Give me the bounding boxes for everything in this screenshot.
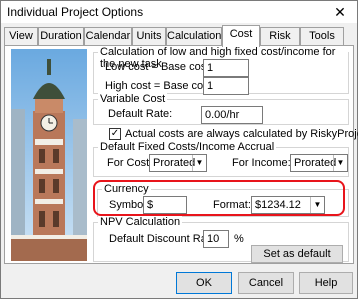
tab-calendar[interactable]: Calendar	[84, 27, 132, 46]
for-costs-value: Prorated	[153, 157, 196, 169]
percent-unit: %	[234, 233, 244, 245]
currency-symbol-input[interactable]: $	[143, 196, 187, 214]
currency-format-value: $1234.12	[255, 199, 301, 211]
accrual-title: Default Fixed Costs/Income Accrual	[98, 141, 277, 153]
cancel-button[interactable]: Cancel	[238, 272, 294, 294]
clock-tower-image	[11, 49, 87, 261]
set-as-default-button[interactable]: Set as default	[251, 245, 343, 263]
tab-risk[interactable]: Risk	[260, 27, 300, 46]
options-dialog: Individual Project Options ✕ View Durati…	[0, 0, 358, 299]
ok-button[interactable]: OK	[176, 272, 232, 294]
variable-cost-title: Variable Cost	[98, 93, 168, 105]
chevron-down-icon: ▼	[333, 155, 347, 171]
for-income-value: Prorated	[294, 157, 337, 169]
actual-costs-label: Actual costs are always calculated by Ri…	[125, 128, 358, 140]
tab-calculation[interactable]: Calculation	[166, 27, 222, 46]
for-costs-select[interactable]: Prorated ▼	[149, 154, 207, 172]
close-icon[interactable]: ✕	[327, 3, 353, 21]
low-cost-input[interactable]: 1	[203, 59, 249, 77]
chevron-down-icon: ▼	[310, 197, 324, 213]
default-rate-label: Default Rate:	[108, 108, 173, 120]
discount-rate-input[interactable]: 10	[203, 230, 229, 248]
currency-format-select[interactable]: $1234.12 ▼	[251, 196, 325, 214]
tab-units[interactable]: Units	[132, 27, 166, 46]
tab-duration[interactable]: Duration	[38, 27, 84, 46]
tab-view[interactable]: View	[4, 27, 38, 46]
high-cost-input[interactable]: 1	[203, 77, 249, 95]
window-title: Individual Project Options	[7, 5, 144, 19]
default-rate-input[interactable]: 0.00/hr	[201, 106, 263, 124]
npv-title: NPV Calculation	[98, 216, 183, 228]
chevron-down-icon: ▼	[192, 155, 206, 171]
tab-tools[interactable]: Tools	[300, 27, 344, 46]
help-button[interactable]: Help	[299, 272, 353, 294]
for-income-label: For Income:	[232, 157, 291, 169]
for-income-select[interactable]: Prorated ▼	[290, 154, 348, 172]
format-label: Format:	[213, 199, 251, 211]
currency-title: Currency	[102, 183, 151, 195]
actual-costs-checkbox[interactable]: ✓	[109, 128, 121, 140]
tab-cost[interactable]: Cost	[222, 25, 260, 47]
cost-tab-panel: Calculation of low and high fixed cost/i…	[4, 45, 358, 264]
high-cost-label: High cost = Base cost *	[105, 80, 220, 92]
tab-strip: View Duration Calendar Units Calculation…	[4, 25, 354, 47]
title-bar: Individual Project Options ✕	[1, 1, 357, 23]
low-cost-label: Low cost = Base cost *	[105, 61, 217, 73]
